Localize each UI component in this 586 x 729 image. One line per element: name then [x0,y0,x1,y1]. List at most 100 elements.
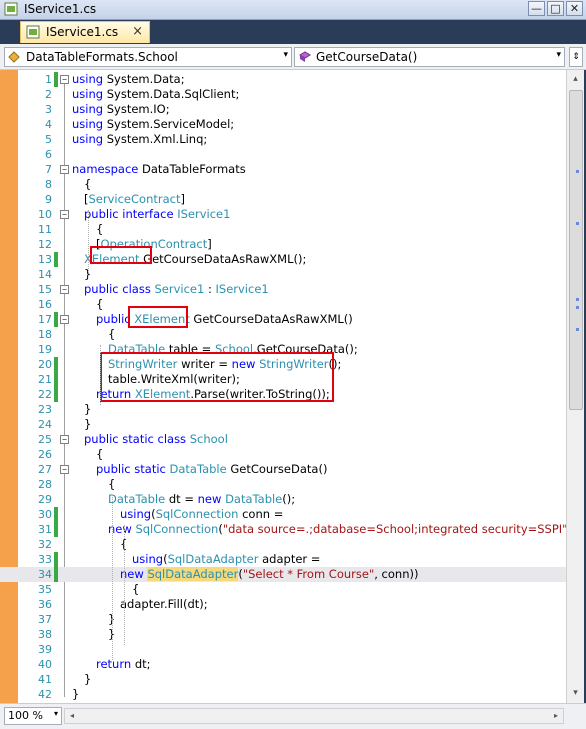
code-line[interactable]: 1− using System.Data; [0,72,566,87]
minimize-button[interactable]: — [528,1,545,16]
code-text: } [72,687,79,702]
change-marker [576,170,579,173]
code-line[interactable]: 3 using System.IO; [0,102,566,117]
highlight-box [100,352,334,402]
code-line[interactable]: 6 [0,147,566,162]
collapse-icon[interactable]: − [60,435,69,444]
code-line[interactable]: 7− namespace DataTableFormats [0,162,566,177]
code-line[interactable]: 38} [0,627,566,642]
code-line[interactable]: 18 { [0,327,566,342]
line-number: 34 [38,568,52,581]
code-line[interactable]: 30 using(SqlConnection conn = [0,507,566,522]
code-line[interactable]: 17− public XElement GetCourseDataAsRawXML… [0,312,566,327]
code-line[interactable]: 26 { [0,447,566,462]
code-line[interactable]: 42} [0,687,566,702]
saved-change-marker [54,372,58,387]
code-line[interactable]: 41} [0,672,566,687]
chevron-down-icon: ▾ [556,50,561,60]
scroll-up-icon[interactable]: ▴ [568,72,583,87]
line-number: 29 [38,493,52,506]
code-line[interactable]: 29 DataTable dt = new DataTable(); [0,492,566,507]
code-line[interactable]: 5 using System.Xml.Linq; [0,132,566,147]
line-number: 15 [38,283,52,296]
zoom-dropdown[interactable]: 100 % ▾ [4,707,62,725]
maximize-button[interactable]: □ [547,1,564,16]
code-line[interactable]: 13 XElement GetCourseDataAsRawXML(); [0,252,566,267]
collapse-icon[interactable]: − [60,315,69,324]
code-line[interactable]: 39 [0,642,566,657]
tab-iservice1[interactable]: IService1.cs × [20,21,150,43]
code-line[interactable]: 24} [0,417,566,432]
code-line[interactable]: 16 { [0,297,566,312]
code-token: { [108,327,116,341]
code-line[interactable]: 2 using System.Data.SqlClient; [0,87,566,102]
collapse-icon[interactable]: − [60,210,69,219]
type-dropdown[interactable]: DataTableFormats.School ▾ [4,47,292,67]
code-line[interactable]: 11 { [0,222,566,237]
code-line[interactable]: 27− public static DataTable GetCourseData… [0,462,566,477]
code-token: , conn)) [374,567,419,581]
code-text: { [96,297,103,312]
code-line[interactable]: 4 using System.ServiceModel; [0,117,566,132]
saved-change-marker [54,552,58,567]
collapse-icon[interactable]: − [60,285,69,294]
vertical-scrollbar[interactable]: ▴ ▾ [566,70,584,703]
code-token: System.ServiceModel; [106,117,235,131]
line-number: 2 [45,88,52,101]
code-line[interactable]: 9 [ServiceContract] [0,192,566,207]
code-line[interactable]: 8{ [0,177,566,192]
code-token: public [96,312,131,326]
line-number: 28 [38,478,52,491]
code-line[interactable]: 10− public interface IService1 [0,207,566,222]
code-line[interactable]: 34 new SqlDataAdapter("Select * From Cour… [0,567,566,582]
code-line[interactable]: 23} [0,402,566,417]
code-editor[interactable]: 1− using System.Data; 2 using System.Data.S… [0,70,566,703]
code-text: { [108,477,115,492]
close-window-button[interactable]: ✕ [566,1,583,16]
code-line[interactable]: 40 return dt; [0,657,566,672]
code-line[interactable]: 25− public static class School [0,432,566,447]
code-token: static [134,462,166,476]
scroll-down-icon[interactable]: ▾ [568,686,583,701]
code-text: return dt; [96,657,151,672]
horizontal-scrollbar[interactable]: ◂ ▸ [64,708,564,724]
code-token: DataTable [225,492,283,506]
method-icon [299,51,311,62]
scroll-left-icon[interactable]: ◂ [65,709,79,723]
code-line[interactable]: 36 adapter.Fill(dt); [0,597,566,612]
code-text: { [108,327,115,342]
code-token: conn = [242,507,284,521]
code-token: public [84,432,119,446]
code-line[interactable]: 33 using(SqlDataAdapter adapter = [0,552,566,567]
collapse-icon[interactable]: − [60,75,69,84]
collapse-icon[interactable]: − [60,465,69,474]
code-line[interactable]: 14} [0,267,566,282]
line-number: 40 [38,658,52,671]
code-token: { [96,447,104,461]
code-line[interactable]: 12 [OperationContract] [0,237,566,252]
code-line[interactable]: 28 { [0,477,566,492]
scroll-thumb[interactable] [569,90,583,410]
scroll-right-icon[interactable]: ▸ [549,709,563,723]
line-number: 21 [38,373,52,386]
line-number: 19 [38,343,52,356]
close-tab-icon[interactable]: × [132,24,143,39]
code-text: { [96,222,103,237]
code-line[interactable]: 32{ [0,537,566,552]
code-text: public class Service1 : IService1 [84,282,269,297]
code-line[interactable]: 31 new SqlConnection("data source=.;datab… [0,522,566,537]
saved-change-marker [54,72,58,87]
code-token: using [120,507,152,521]
code-token: adapter.Fill(dt); [120,597,208,611]
collapse-icon[interactable]: − [60,165,69,174]
code-line[interactable]: 37} [0,612,566,627]
member-dropdown[interactable]: GetCourseData() ▾ [294,47,565,67]
split-window-button[interactable]: ⇕ [569,47,583,67]
window-title: IService1.cs [24,2,97,16]
member-dropdown-value: GetCourseData() [316,50,418,64]
code-line[interactable]: 35 { [0,582,566,597]
highlight-box [90,246,152,264]
code-token: DataTable [108,492,166,506]
line-number: 26 [38,448,52,461]
code-line[interactable]: 15− public class Service1 : IService1 [0,282,566,297]
